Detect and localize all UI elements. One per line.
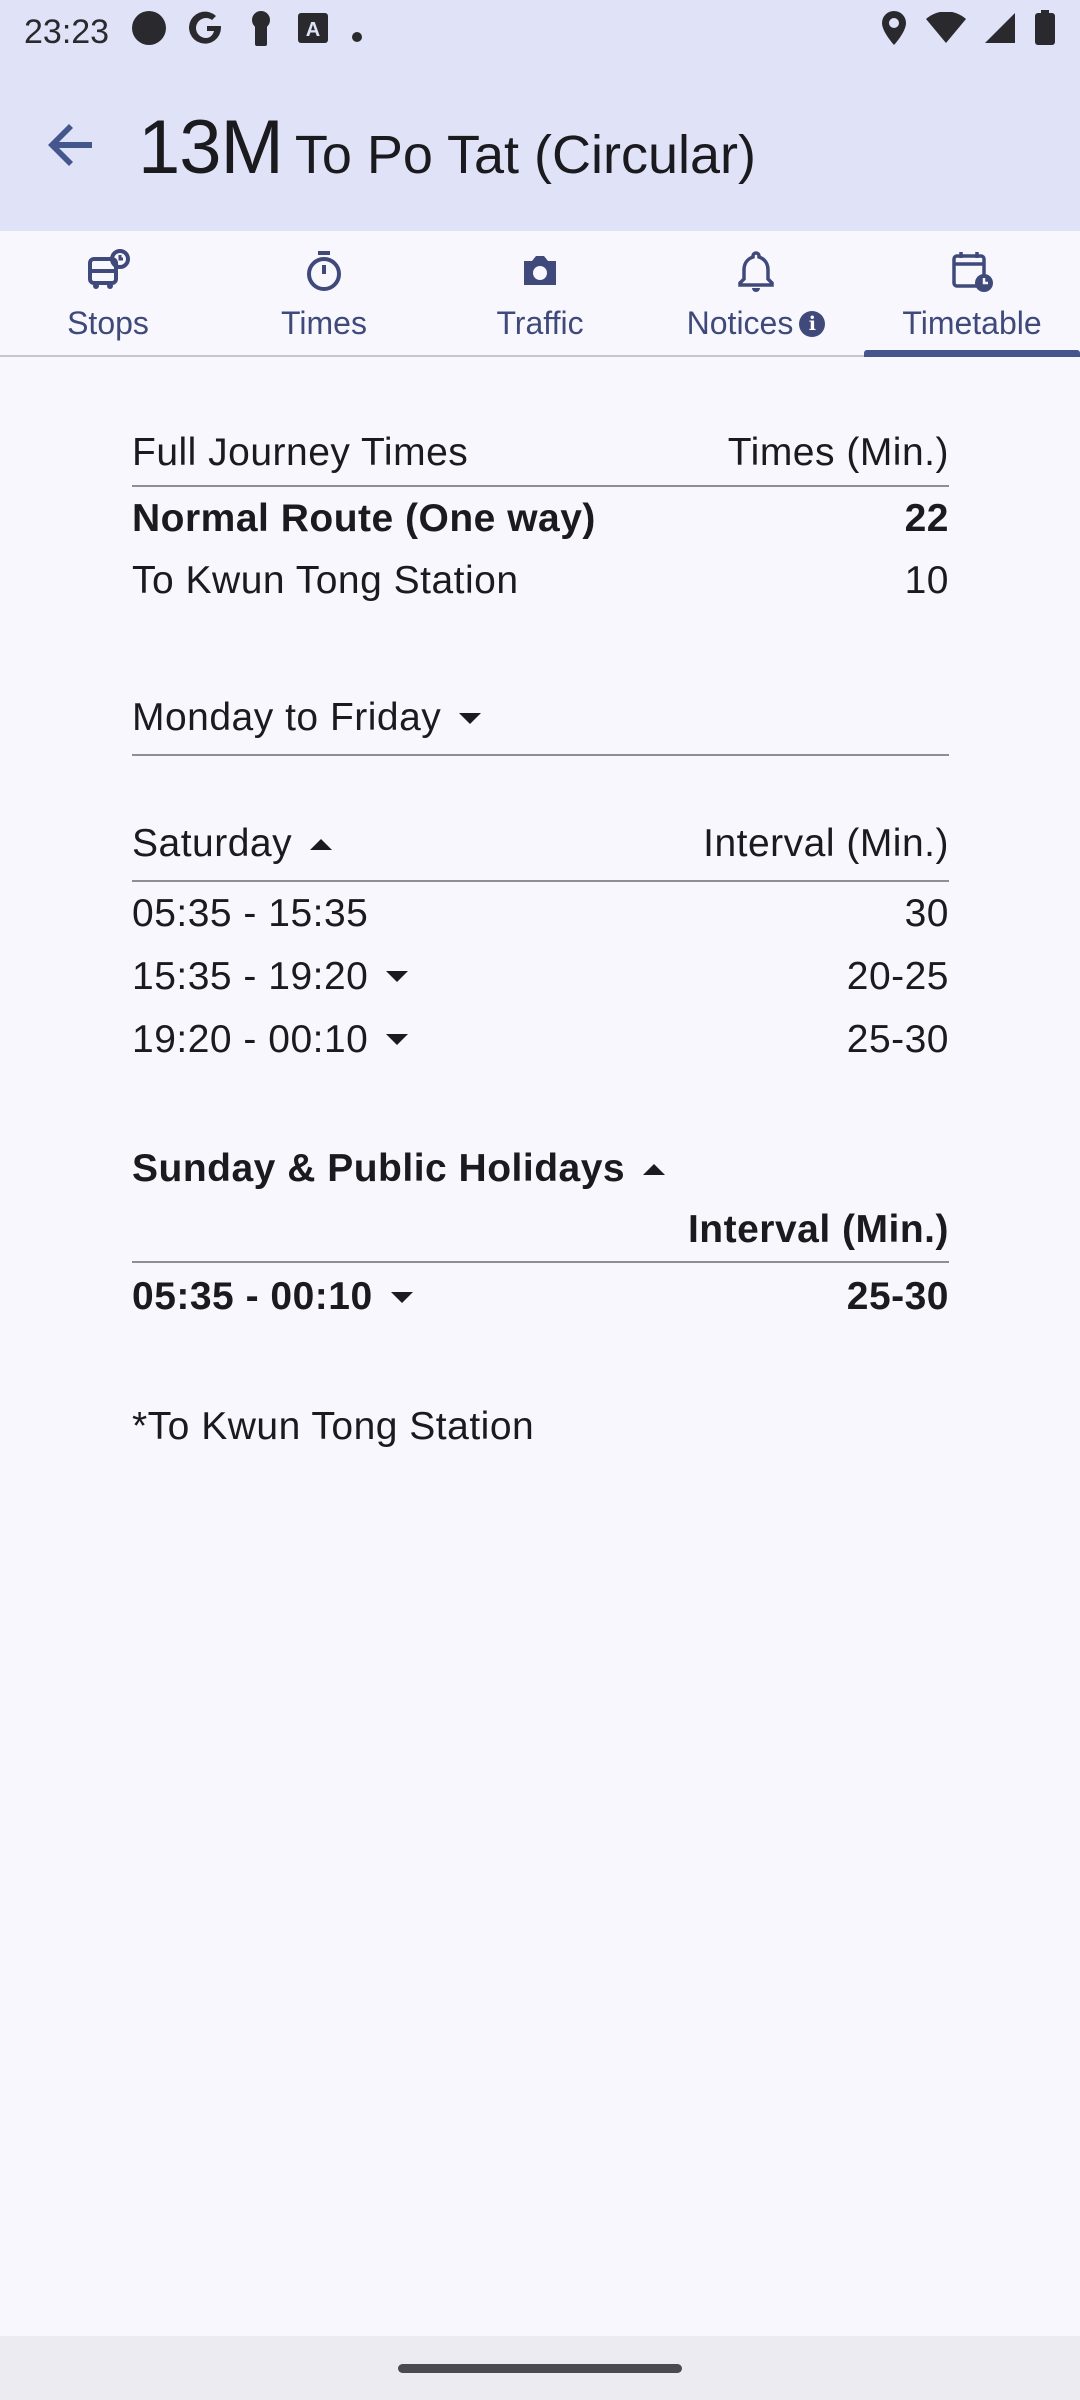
- footnote: *To Kwun Tong Station: [132, 1405, 535, 1448]
- saturday-header: Saturday Interval (Min.): [132, 808, 949, 882]
- dot-icon: [351, 13, 363, 52]
- interval-value: 25-30: [846, 1275, 949, 1318]
- tab-timetable-label: Timetable: [902, 305, 1042, 341]
- journey-row-label: To Kwun Tong Station: [132, 559, 519, 602]
- location-icon: [880, 10, 908, 55]
- journey-times-title: Full Journey Times: [132, 431, 469, 474]
- table-row[interactable]: 19:20 - 00:10 25-30: [132, 1008, 949, 1071]
- journey-times-header: Full Journey Times Times (Min.): [132, 357, 949, 487]
- home-gesture-handle[interactable]: [398, 2364, 682, 2373]
- journey-row: To Kwun Tong Station 10: [132, 550, 949, 612]
- keyhole-icon: [247, 10, 275, 55]
- tab-bar: Stops Times Traffic Notices i Timetable: [0, 231, 1080, 357]
- caret-down-icon: [386, 971, 409, 982]
- journey-row: Normal Route (One way) 22: [132, 487, 949, 550]
- sunday-interval-header-label: Interval (Min.): [687, 1208, 949, 1251]
- time-range: 05:35 - 15:35: [132, 891, 369, 935]
- weekday-label: Monday to Friday: [132, 696, 442, 739]
- info-icon: i: [799, 310, 826, 337]
- caret-up-icon: [643, 1163, 666, 1175]
- page-title: 13M To Po Tat (Circular): [138, 104, 756, 191]
- weekday-schedule-toggle[interactable]: Monday to Friday: [132, 682, 949, 756]
- time-range: 15:35 - 19:20: [132, 954, 369, 998]
- svg-text:A: A: [306, 19, 320, 41]
- interval-value: 20-25: [846, 954, 949, 998]
- wifi-icon: [926, 10, 966, 53]
- tab-traffic-label: Traffic: [496, 305, 584, 341]
- calendar-clock-icon: [948, 243, 996, 299]
- navigation-bar: [0, 2336, 1080, 2400]
- journey-row-value: 10: [904, 559, 949, 602]
- tab-times-label: Times: [281, 305, 367, 341]
- tab-notices-label: Notices i: [687, 305, 826, 342]
- back-button[interactable]: [22, 98, 122, 198]
- time-range: 05:35 - 00:10: [132, 1275, 373, 1318]
- caret-up-icon: [310, 838, 333, 850]
- sunday-interval-header: Interval (Min.): [132, 1199, 949, 1263]
- status-bar: 23:23 A: [0, 0, 1080, 64]
- saturday-interval-header: Interval (Min.): [703, 822, 949, 865]
- tab-times[interactable]: Times: [216, 231, 432, 355]
- sunday-label: Sunday & Public Holidays: [132, 1147, 626, 1190]
- stopwatch-icon: [300, 243, 348, 299]
- sunday-toggle[interactable]: Sunday & Public Holidays: [132, 1139, 949, 1199]
- tab-traffic[interactable]: Traffic: [432, 231, 648, 355]
- interval-value: 30: [904, 891, 949, 935]
- bus-stop-icon: [84, 243, 132, 299]
- caret-down-icon: [459, 712, 482, 724]
- journey-row-label: Normal Route (One way): [132, 496, 596, 540]
- a-box-icon: A: [297, 12, 329, 53]
- saturday-label: Saturday: [132, 822, 293, 865]
- tab-notices[interactable]: Notices i: [648, 231, 864, 355]
- saturday-toggle[interactable]: Saturday: [132, 822, 333, 866]
- route-number: 13M: [138, 105, 284, 190]
- timetable-content: Full Journey Times Times (Min.) Normal R…: [132, 357, 949, 1449]
- camera-icon: [516, 243, 564, 299]
- bell-icon: [732, 243, 780, 299]
- google-icon: [189, 10, 225, 55]
- tab-timetable[interactable]: Timetable: [864, 231, 1080, 357]
- route-destination: To Po Tat (Circular): [294, 125, 756, 185]
- arrow-back-icon: [42, 115, 102, 180]
- clock: 23:23: [24, 12, 110, 51]
- table-row[interactable]: 15:35 - 19:20 20-25: [132, 945, 949, 1008]
- caret-down-icon: [386, 1034, 409, 1045]
- journey-times-unit: Times (Min.): [727, 431, 949, 474]
- time-range: 19:20 - 00:10: [132, 1017, 369, 1061]
- journey-row-value: 22: [904, 496, 949, 540]
- signal-icon: [984, 12, 1016, 53]
- caret-down-icon: [390, 1291, 413, 1303]
- interval-value: 25-30: [846, 1017, 949, 1061]
- tab-stops-label: Stops: [67, 305, 149, 341]
- battery-icon: [1034, 9, 1056, 55]
- table-row[interactable]: 05:35 - 00:10 25-30: [132, 1263, 949, 1331]
- tab-stops[interactable]: Stops: [0, 231, 216, 355]
- table-row: 05:35 - 15:35 30: [132, 882, 949, 945]
- app-bar: 13M To Po Tat (Circular): [0, 64, 1080, 231]
- circle-notification-icon: [131, 10, 167, 55]
